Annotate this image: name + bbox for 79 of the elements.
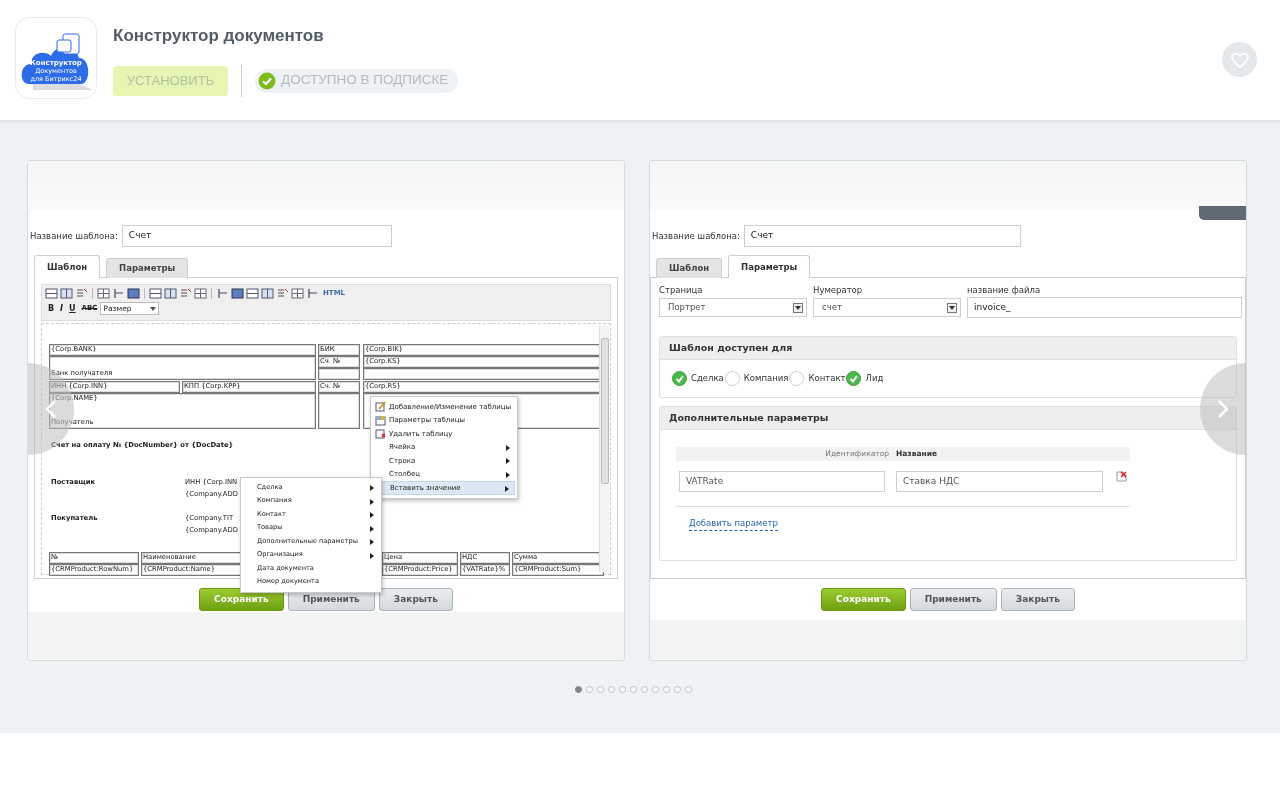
field-label: Название шаблона:: [652, 229, 740, 243]
heart-icon: [1229, 50, 1250, 69]
table-tool-icon[interactable]: [45, 287, 58, 300]
pager-dot[interactable]: [619, 686, 626, 693]
check-icon: [258, 71, 276, 90]
field-label: название файла: [967, 284, 1042, 297]
table-tool-icon[interactable]: [97, 287, 110, 300]
table-tool-icon[interactable]: [60, 287, 73, 300]
submenu-arrow-icon: [505, 486, 509, 492]
format-button[interactable]: B: [45, 302, 58, 315]
table-tool-icon[interactable]: [164, 287, 177, 300]
pager-dot[interactable]: [663, 686, 670, 693]
window-toolbar: [1199, 206, 1246, 220]
table-tool-icon[interactable]: [216, 287, 229, 300]
table-tool-icon[interactable]: [127, 287, 140, 300]
table-tool-icon[interactable]: [261, 287, 274, 300]
checkbox-label: Компания: [743, 372, 789, 385]
dropdown-arrow-icon[interactable]: [795, 305, 801, 310]
checkbox-label: Лид: [865, 372, 884, 385]
section-title: Шаблон доступен для: [660, 337, 1236, 360]
pager-dot[interactable]: [586, 686, 593, 693]
table-delete-icon: [375, 428, 386, 439]
checkbox[interactable]: [789, 371, 805, 386]
pager-dot[interactable]: [652, 686, 659, 693]
table-tool-icon[interactable]: [149, 287, 162, 300]
checkbox[interactable]: [672, 371, 687, 386]
dropdown-arrow-icon[interactable]: [949, 305, 955, 310]
format-button[interactable]: U: [66, 302, 79, 315]
submenu-arrow-icon: [370, 539, 374, 545]
template-name-field[interactable]: Счет: [743, 225, 1021, 247]
table-edit-icon: [375, 401, 386, 412]
checkbox-label: Контакт: [808, 372, 846, 385]
pager-dot[interactable]: [674, 686, 681, 693]
pager-dot[interactable]: [608, 686, 615, 693]
field-label: Нумератор: [813, 284, 864, 297]
apply-button[interactable]: Применить: [909, 588, 997, 611]
table-tool-icon[interactable]: [194, 287, 207, 300]
checkbox[interactable]: [724, 371, 740, 386]
identifier-field[interactable]: VATRate: [679, 471, 885, 492]
name-field[interactable]: Ставка НДС: [896, 471, 1103, 492]
app-title: Конструктор документов: [113, 25, 325, 47]
checkbox[interactable]: [846, 371, 862, 386]
cloud-drawing: [21, 47, 93, 90]
table-tool-icon[interactable]: [112, 287, 125, 300]
scrollbar[interactable]: [599, 326, 609, 572]
tab[interactable]: Шаблон: [34, 255, 101, 278]
pager-dot[interactable]: [630, 686, 637, 693]
select-field[interactable]: счет: [813, 298, 961, 317]
add-parameter-link[interactable]: Добавить параметр: [689, 517, 778, 531]
delete-icon[interactable]: [1116, 471, 1127, 482]
chevron-right-icon: [1217, 399, 1229, 419]
tab[interactable]: Параметры: [106, 258, 189, 278]
dropdown-caret-icon: [150, 306, 157, 311]
section-title: Дополнительные параметры: [660, 407, 1236, 430]
table-tool-icon[interactable]: [291, 287, 304, 300]
submenu-arrow-icon: [370, 512, 374, 518]
pager-dot[interactable]: [597, 686, 604, 693]
select-field[interactable]: Портрет: [659, 298, 807, 317]
format-button[interactable]: I: [57, 302, 67, 315]
checkbox-label: Сделка: [691, 372, 724, 385]
submenu-arrow-icon: [506, 458, 510, 464]
submenu-arrow-icon: [370, 485, 374, 491]
table-tool-icon[interactable]: [246, 287, 259, 300]
pager-dot[interactable]: [685, 686, 692, 693]
table-settings-icon: [375, 414, 386, 426]
close-button[interactable]: Закрыть: [1000, 588, 1075, 611]
table-tool-icon[interactable]: [231, 287, 244, 300]
document-icon: [56, 33, 80, 55]
pager-dot[interactable]: [575, 686, 582, 693]
pager-dot[interactable]: [641, 686, 648, 693]
tab[interactable]: Шаблон: [656, 258, 723, 278]
filename-field[interactable]: invoice_: [967, 297, 1242, 318]
template-name-field[interactable]: Счет: [121, 225, 392, 247]
tab[interactable]: Параметры: [728, 255, 811, 278]
field-label: Страница: [659, 284, 704, 297]
field-label: Название шаблона:: [30, 229, 118, 243]
badge-text: ДОСТУПНО В ПОДПИСКЕ: [281, 71, 449, 90]
table-tool-icon[interactable]: [306, 287, 319, 300]
close-button[interactable]: Закрыть: [378, 588, 453, 611]
